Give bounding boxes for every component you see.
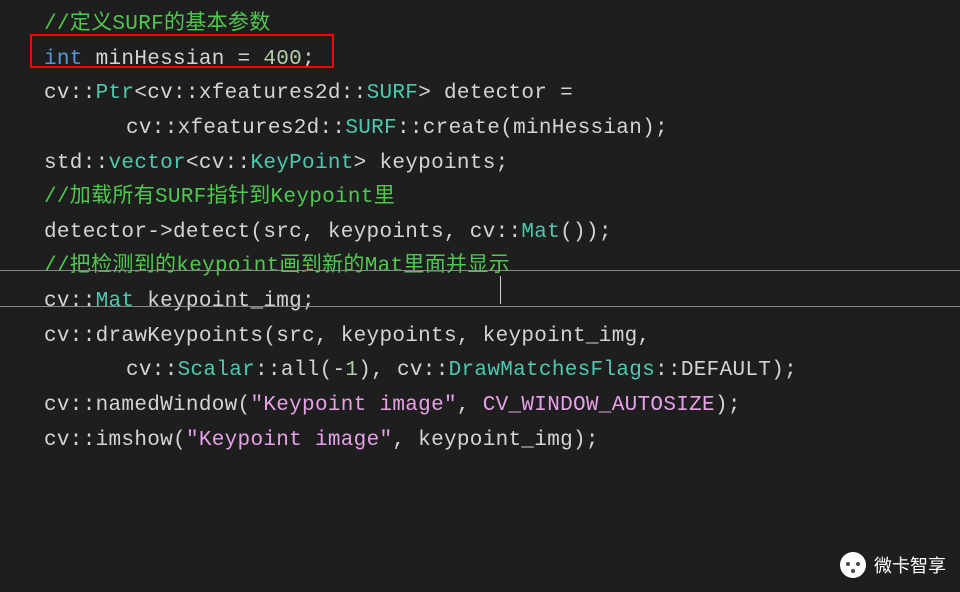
- watermark: 微卡智享: [840, 552, 946, 578]
- horizontal-ruler: [0, 270, 960, 271]
- code-line: //把检测到的keypoint画到新的Mat里面并显示: [0, 250, 960, 285]
- comment-text: //把检测到的keypoint画到新的Mat里面并显示: [44, 255, 510, 278]
- text-cursor: [500, 276, 501, 304]
- wechat-icon: [840, 552, 866, 578]
- code-line: int minHessian = 400;: [0, 43, 960, 78]
- code-line: cv::imshow("Keypoint image", keypoint_im…: [0, 424, 960, 459]
- code-line: cv::namedWindow("Keypoint image", CV_WIN…: [0, 389, 960, 424]
- code-editor[interactable]: //定义SURF的基本参数 int minHessian = 400; cv::…: [0, 0, 960, 458]
- code-line: cv::Mat keypoint_img;: [0, 285, 960, 320]
- code-line: std::vector<cv::KeyPoint> keypoints;: [0, 147, 960, 182]
- code-line: //定义SURF的基本参数: [0, 8, 960, 43]
- comment-text: //加载所有SURF指针到Keypoint里: [44, 186, 395, 209]
- code-line: cv::drawKeypoints(src, keypoints, keypoi…: [0, 320, 960, 355]
- code-line: cv::Scalar::all(-1), cv::DrawMatchesFlag…: [0, 354, 960, 389]
- code-line: //加载所有SURF指针到Keypoint里: [0, 181, 960, 216]
- code-line: detector->detect(src, keypoints, cv::Mat…: [0, 216, 960, 251]
- code-line: cv::xfeatures2d::SURF::create(minHessian…: [0, 112, 960, 147]
- horizontal-ruler: [0, 306, 960, 307]
- code-line: cv::Ptr<cv::xfeatures2d::SURF> detector …: [0, 77, 960, 112]
- watermark-text: 微卡智享: [874, 552, 946, 578]
- comment-text: //定义SURF的基本参数: [44, 13, 271, 36]
